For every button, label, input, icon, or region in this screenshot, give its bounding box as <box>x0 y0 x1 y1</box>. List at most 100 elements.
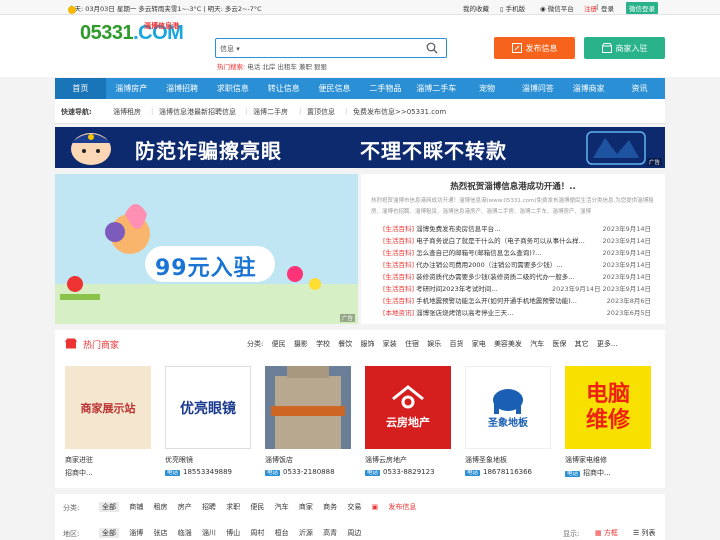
quick-link-free-publish[interactable]: 免费发布信息>>05331.com <box>353 107 446 117</box>
area-option[interactable]: 周边 <box>347 529 361 537</box>
filter-option[interactable]: 交易 <box>347 503 361 511</box>
nav-item-usedcar[interactable]: 淄博二手车 <box>411 78 462 99</box>
news-headline[interactable]: 热烈祝贺淄博信息港成功开通！.. <box>361 180 665 192</box>
merchant-card[interactable]: 云房地产 淄博云房地产 电话 0533-8829123 <box>365 366 451 476</box>
news-item[interactable]: [生活百科] 装修资质代办需要多少钱(装修资质二级的代办一般多... 2023年9… <box>383 271 659 283</box>
search-category-select[interactable]: 信息 ▾ <box>220 44 240 54</box>
news-item[interactable]: [生活百科] 淄博免费发布卖房信息平台... 2023年9月14日 <box>383 223 659 235</box>
area-option[interactable]: 全部 <box>99 528 119 538</box>
site-logo[interactable]: 05331.COM 淄博信息港 <box>80 22 184 45</box>
news-item[interactable]: [生活百科] 代办注销公司费用2000（注销公司需要多少钱）... 2023年9月… <box>383 259 659 271</box>
merchant-image: 圣象地板 <box>465 366 551 449</box>
category-link[interactable]: 其它 <box>575 340 589 348</box>
publish-info-button[interactable]: 发布信息 <box>494 37 575 59</box>
nav-item-news[interactable]: 资讯 <box>614 78 665 99</box>
list-view-toggle[interactable]: ☰ 列表 <box>633 528 656 538</box>
area-option[interactable]: 周村 <box>250 529 264 537</box>
search-input[interactable] <box>246 42 416 55</box>
news-item[interactable]: [本地资讯] 淄博张店烧烤馆以高考停业三天... 2023年6月5日 <box>383 307 659 319</box>
filter-option[interactable]: 便民 <box>250 503 264 511</box>
news-item[interactable]: [生活百科] 怎么查自己的邮箱号(邮箱信息怎么查询)?... 2023年9月14日 <box>383 247 659 259</box>
nav-item-transfer[interactable]: 转让信息 <box>258 78 309 99</box>
anti-fraud-banner[interactable]: 防范诈骗擦亮眼 不理不睬不转款 广告 <box>55 127 665 168</box>
elephant-icon <box>493 389 523 414</box>
merchant-card[interactable]: 优亮眼镜 优亮眼镜 电话 18553349889 <box>165 366 251 476</box>
wechat-platform-link[interactable]: ◉ 微信平台 <box>540 3 574 13</box>
category-link[interactable]: 服饰 <box>361 340 375 348</box>
hot-search-terms[interactable]: 电话 北岸 出租车 兼职 狠狠 <box>247 63 327 71</box>
search-box: 信息 ▾ <box>215 38 447 58</box>
filter-option[interactable]: 汽车 <box>275 503 289 511</box>
category-link[interactable]: 娱乐 <box>427 340 441 348</box>
filter-option[interactable]: 商家 <box>299 503 313 511</box>
filter-option[interactable]: 全部 <box>99 502 119 512</box>
news-item[interactable]: [生活百科] 手机地震预警功能怎么开(如何开通手机地震预警功能)... 2023年… <box>383 295 659 307</box>
filter-option[interactable]: 房产 <box>178 503 192 511</box>
area-option[interactable]: 高青 <box>323 529 337 537</box>
filter-option[interactable]: 招聘 <box>202 503 216 511</box>
filter-option[interactable]: 商务 <box>323 503 337 511</box>
promo-price-text: 99元入驻 <box>155 256 257 281</box>
nav-item-home[interactable]: 首页 <box>55 78 106 99</box>
nav-item-convenience[interactable]: 便民信息 <box>309 78 360 99</box>
mobile-link[interactable]: ▯ 手机版 <box>500 3 525 13</box>
filter-publish-link[interactable]: ▣ 发布信息 <box>372 503 417 511</box>
filter-category-label: 分类: <box>63 504 80 512</box>
area-option[interactable]: 临淄 <box>178 529 192 537</box>
merchant-card[interactable]: 圣象地板 淄博圣象地板 电话 18678116366 <box>465 366 551 476</box>
promo-banner[interactable]: 99元入驻 广告 <box>55 174 358 324</box>
quick-link-jobs[interactable]: 淄博信息港最新招聘信息 <box>159 107 236 117</box>
filter-option[interactable]: 商铺 <box>129 503 143 511</box>
grid-view-toggle[interactable]: ▦ 方框 <box>595 528 618 538</box>
nav-item-qa[interactable]: 淄博问答 <box>512 78 563 99</box>
merchant-phone: 电话 18678116366 <box>465 468 533 476</box>
area-option[interactable]: 淄博 <box>129 529 143 537</box>
divider: | <box>299 107 302 115</box>
nav-item-pets[interactable]: 宠物 <box>462 78 513 99</box>
merchant-card[interactable]: 商家展示站 商家进驻 招商中... <box>65 366 151 478</box>
news-item[interactable]: [生活百科] 电子商务说白了就是干什么的（电子商务可以从事什么样... 2023年… <box>383 235 659 247</box>
section-title: 热门商家 <box>83 341 120 351</box>
area-option[interactable]: 沂源 <box>299 529 313 537</box>
category-link[interactable]: 更多... <box>597 340 618 348</box>
divider: | <box>245 107 248 115</box>
nav-item-jobseek[interactable]: 求职信息 <box>207 78 258 99</box>
wechat-login-button[interactable]: 微信登录 <box>626 2 658 14</box>
nav-item-secondhand[interactable]: 二手物品 <box>360 78 411 99</box>
merchant-card[interactable]: 淄博饭店 电话 0533-2180888 <box>265 366 351 476</box>
category-link[interactable]: 百货 <box>449 340 463 348</box>
listing-filter: 分类: 全部 商铺 租房 房产 招聘 求职 便民 汽车 商家 商务 交易 ▣ 发… <box>55 494 665 540</box>
quick-link-secondhand-house[interactable]: 淄博二手房 <box>253 107 288 117</box>
news-item[interactable]: [生活百科] 考研时间2023年考试时间... 2023年9月14日 2023年9… <box>383 283 659 295</box>
edit-icon <box>511 43 522 53</box>
category-link[interactable]: 家电 <box>472 340 486 348</box>
category-link[interactable]: 餐饮 <box>338 340 352 348</box>
house-icon <box>392 385 424 409</box>
nav-item-property[interactable]: 淄博房产 <box>106 78 157 99</box>
merchant-card[interactable]: 电脑维修 淄博家电维修 电话 招商中... <box>565 366 651 478</box>
my-favorites-link[interactable]: 我的收藏 <box>463 3 489 13</box>
merchant-name: 淄博圣象地板 <box>465 456 507 464</box>
category-link[interactable]: 美容美发 <box>494 340 522 348</box>
area-option[interactable]: 桓台 <box>275 529 289 537</box>
category-link[interactable]: 住宿 <box>405 340 419 348</box>
category-link[interactable]: 医保 <box>552 340 566 348</box>
merchant-join-button[interactable]: 商家入驻 <box>584 37 665 59</box>
quick-link-pinned[interactable]: 置顶信息 <box>307 107 335 117</box>
category-link[interactable]: 摄影 <box>294 340 308 348</box>
quick-link-rent[interactable]: 淄博租房 <box>113 107 141 117</box>
search-icon[interactable] <box>426 42 438 54</box>
category-link[interactable]: 家装 <box>383 340 397 348</box>
category-link[interactable]: 汽车 <box>530 340 544 348</box>
area-option[interactable]: 博山 <box>226 529 240 537</box>
category-link[interactable]: 学校 <box>316 340 330 348</box>
filter-area-label: 地区: <box>63 530 80 538</box>
filter-option[interactable]: 租房 <box>153 503 167 511</box>
nav-item-merchants[interactable]: 淄博商家 <box>563 78 614 99</box>
filter-option[interactable]: 求职 <box>226 503 240 511</box>
area-option[interactable]: 淄川 <box>202 529 216 537</box>
login-link[interactable]: 登录 <box>601 3 614 13</box>
category-link[interactable]: 便民 <box>272 340 286 348</box>
area-option[interactable]: 张店 <box>153 529 167 537</box>
nav-item-recruit[interactable]: 淄博招聘 <box>157 78 208 99</box>
